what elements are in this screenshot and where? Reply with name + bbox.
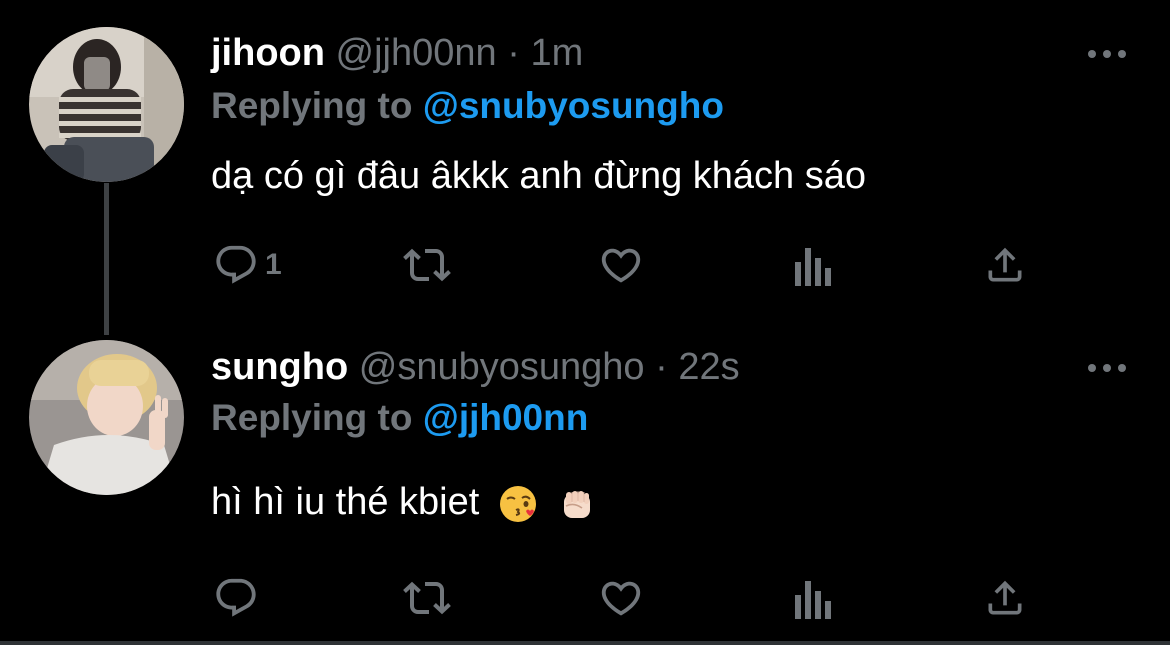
retweet-icon bbox=[403, 248, 451, 282]
share-icon bbox=[988, 247, 1022, 282]
display-name[interactable]: jihoon bbox=[211, 32, 325, 74]
retweet-icon bbox=[403, 581, 451, 615]
user-handle[interactable]: @jjh00nn bbox=[336, 32, 497, 74]
share-button[interactable] bbox=[983, 573, 1027, 623]
replying-to-link[interactable]: @jjh00nn bbox=[423, 397, 589, 438]
timestamp[interactable]: 1m bbox=[530, 32, 583, 74]
avatar-photo-jihoon bbox=[29, 27, 184, 182]
retweet-button[interactable] bbox=[403, 240, 451, 290]
replying-to-link[interactable]: @snubyosungho bbox=[423, 85, 724, 126]
separator-dot: · bbox=[655, 346, 668, 388]
retweet-button[interactable] bbox=[403, 573, 451, 623]
tweet-jihoon[interactable]: jihoon @jjh00nn · 1m Replying to @snubyo… bbox=[0, 0, 1170, 335]
bottom-divider bbox=[0, 641, 1170, 645]
reply-icon bbox=[216, 245, 256, 284]
action-bar: 1 bbox=[0, 240, 1170, 290]
like-button[interactable] bbox=[598, 240, 644, 290]
replying-label: Replying to bbox=[211, 397, 413, 438]
replying-label: Replying to bbox=[211, 85, 413, 126]
action-bar bbox=[0, 573, 1170, 623]
reply-button[interactable]: 1 bbox=[213, 240, 282, 290]
share-button[interactable] bbox=[983, 240, 1027, 290]
views-icon bbox=[795, 248, 831, 286]
display-name[interactable]: sungho bbox=[211, 346, 348, 388]
views-button[interactable] bbox=[793, 573, 835, 623]
user-handle[interactable]: @snubyosungho bbox=[359, 346, 645, 388]
like-icon bbox=[601, 581, 641, 616]
share-icon bbox=[988, 580, 1022, 615]
reply-icon bbox=[216, 578, 256, 617]
tweet-text-content: hì hì iu thé kbiet bbox=[211, 481, 480, 523]
tweet-header: jihoon @jjh00nn · 1m bbox=[211, 28, 583, 78]
reply-button[interactable] bbox=[213, 573, 265, 623]
like-icon bbox=[601, 248, 641, 283]
views-button[interactable] bbox=[793, 240, 835, 290]
kissing-face-emoji bbox=[498, 484, 538, 524]
separator-dot: · bbox=[507, 32, 520, 74]
tweet-text: dạ có gì đâu âkkk anh đừng khách sáo bbox=[211, 151, 866, 201]
more-icon[interactable] bbox=[1088, 47, 1126, 61]
more-icon[interactable] bbox=[1088, 361, 1126, 375]
reply-count: 1 bbox=[265, 248, 282, 281]
tweet-text-content: dạ có gì đâu âkkk anh đừng khách sáo bbox=[211, 155, 866, 197]
timestamp[interactable]: 22s bbox=[678, 346, 739, 388]
avatar-photo-sungho bbox=[29, 340, 184, 495]
avatar[interactable] bbox=[29, 340, 184, 495]
avatar[interactable] bbox=[29, 27, 184, 182]
tweet-sungho[interactable]: sungho @snubyosungho · 22s Replying to @… bbox=[0, 330, 1170, 645]
raised-fist-emoji bbox=[556, 484, 596, 524]
like-button[interactable] bbox=[598, 573, 644, 623]
views-icon bbox=[795, 581, 831, 619]
tweet-text: hì hì iu thé kbiet bbox=[211, 477, 596, 527]
tweet-header: sungho @snubyosungho · 22s bbox=[211, 342, 740, 392]
replying-to-line: Replying to @snubyosungho bbox=[211, 82, 724, 130]
replying-to-line: Replying to @jjh00nn bbox=[211, 394, 588, 442]
